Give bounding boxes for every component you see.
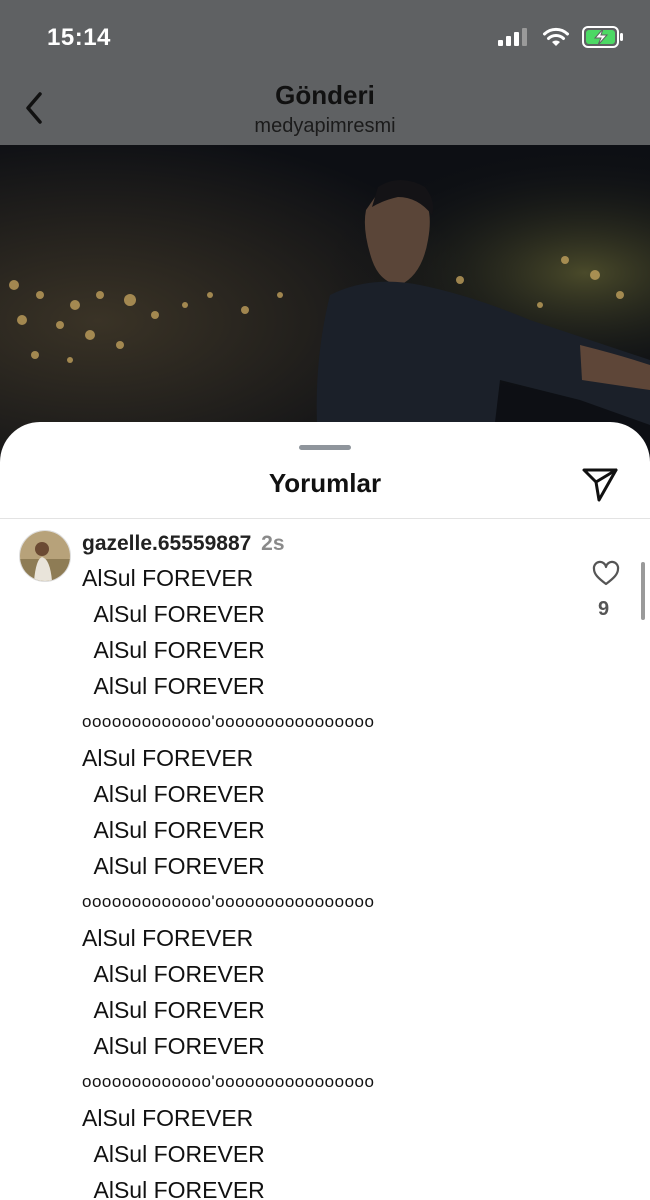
comment-header: gazelle.65559887 2s — [82, 532, 285, 556]
comment-time: 2s — [261, 532, 285, 555]
comment-line: AlSul FOREVER — [82, 961, 265, 987]
comment-line: ooooooooooooo'oooooooooooooooo — [82, 1072, 375, 1091]
like-count: 9 — [598, 598, 610, 620]
wifi-icon — [543, 27, 569, 46]
battery-charging-icon — [582, 26, 623, 48]
paper-plane-icon — [582, 468, 618, 502]
comment-line: AlSul FOREVER — [82, 601, 265, 627]
comment-line: AlSul FOREVER — [82, 853, 265, 879]
comment-username[interactable]: gazelle.65559887 — [82, 532, 251, 555]
comment-line: AlSul FOREVER — [82, 997, 265, 1023]
like-button[interactable] — [592, 560, 620, 588]
post-image[interactable] — [0, 145, 650, 465]
comment-line: AlSul FOREVER — [82, 817, 265, 843]
comment-line: AlSul FOREVER — [82, 781, 265, 807]
scrollbar[interactable] — [641, 562, 645, 620]
avatar[interactable] — [19, 530, 71, 582]
comment-line: AlSul FOREVER — [82, 637, 265, 663]
sheet-grabber[interactable] — [299, 445, 351, 450]
signal-icon — [498, 28, 527, 46]
account-name[interactable]: medyapimresmi — [0, 115, 650, 138]
status-time: 15:14 — [47, 24, 111, 51]
comment-text: AlSul FOREVER AlSul FOREVER AlSul FOREVE… — [82, 560, 562, 1200]
post-photo — [0, 145, 650, 465]
comment-line: AlSul FOREVER — [82, 1105, 254, 1131]
comments-sheet: Yorumlar gazelle.65559887 2s AlSul FOREV… — [0, 422, 650, 1200]
avatar-photo — [20, 531, 70, 581]
heart-icon — [592, 560, 620, 586]
comment-line: AlSul FOREVER — [82, 1177, 265, 1200]
share-button[interactable] — [580, 464, 620, 504]
page-title: Gönderi — [275, 80, 375, 110]
divider — [0, 518, 650, 519]
comment-line: ooooooooooooo'oooooooooooooooo — [82, 892, 375, 911]
comment-line: AlSul FOREVER — [82, 1141, 265, 1167]
comment-line: AlSul FOREVER — [82, 565, 254, 591]
comments-title: Yorumlar — [268, 468, 382, 498]
comment-line: AlSul FOREVER — [82, 745, 254, 771]
comment-line: AlSul FOREVER — [82, 673, 265, 699]
status-icons — [498, 26, 624, 48]
comment-line: AlSul FOREVER — [82, 1033, 265, 1059]
comment-line: AlSul FOREVER — [82, 925, 254, 951]
dimmed-background: 15:14 Gönderi medyapimresmi — [0, 0, 650, 465]
comment-line: ooooooooooooo'oooooooooooooooo — [82, 712, 375, 731]
